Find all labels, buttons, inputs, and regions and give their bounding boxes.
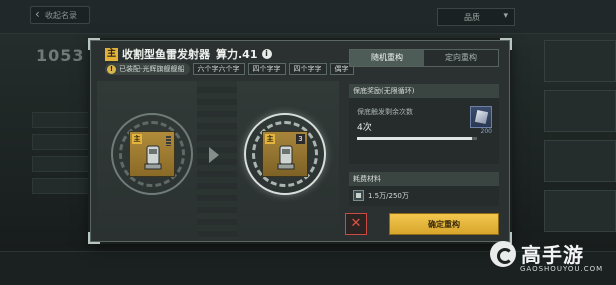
background-list-item [32,178,92,194]
guarantee-header: 保底奖励(无限循环) [349,84,499,98]
guarantee-section: 保底奖励(无限循环) 保底触发剩余次数 4次 200 [349,84,499,164]
cost-value: 1.5万/250万 [368,192,409,200]
source-item-card[interactable]: 主 [129,131,175,177]
brand-logo-icon [490,241,516,267]
background-list-item [32,156,92,172]
cost-body: 1.5万/250万 [349,186,499,206]
quality-dropdown[interactable]: 品质 [437,8,515,26]
attribute-chip: 四个字字 [247,63,286,75]
background-ship-card [544,90,616,132]
brand-name: 高手游 [521,243,584,267]
rank-tag: 主 [105,47,118,61]
confirm-rebuild-button[interactable]: 确定重构 [389,213,499,235]
cancel-button[interactable]: ✕ [345,213,367,235]
equipped-label: 已装配-光辉旗舰舰船 [119,65,185,73]
reward-item-count: 200 [480,128,492,135]
attribute-chip: 四个字字 [288,63,327,75]
card-rank-tag: 主 [132,134,142,144]
background-ship-card [544,40,616,82]
torpedo-launcher-icon [277,145,295,170]
back-button[interactable]: 收起名录 [30,6,90,24]
background-ship-card [544,190,616,232]
tab-random-rebuild[interactable]: 随机重构 [350,50,424,66]
guarantee-reward-item[interactable]: 200 [470,106,492,135]
attribute-chip: 六个字六个字 [192,63,245,75]
item-title: 收割型鱼雷发射器 [122,48,210,61]
transform-arrow-icon [209,147,219,163]
reward-cube-icon [474,109,489,125]
background-list-item [32,134,92,150]
equipped-badge: ! 已装配-光辉旗舰舰船 [105,63,190,75]
guarantee-body: 保底触发剩余次数 4次 200 [349,98,499,164]
material-icon [353,190,364,201]
background-score: 1053 [36,46,85,65]
tab-targeted-rebuild[interactable]: 定向重构 [424,50,498,66]
guarantee-progress-fill [357,137,473,140]
rebuild-dialog: 主 收割型鱼雷发射器 算力.41 i ! 已装配-光辉旗舰舰船 六个字六个字 四… [88,38,512,244]
cost-section: 耗费材料 1.5万/250万 [349,172,499,206]
frame-corner [88,38,100,50]
background-ship-card [544,140,616,182]
card-level-dots [166,136,171,146]
info-icon[interactable]: i [261,49,272,59]
card-level-badge: 3 [296,134,305,144]
brand-url: GAOSHOUYOU.COM [520,265,604,273]
result-item-card[interactable]: 主 3 [262,131,308,177]
power-value: 算力.41 [216,48,258,61]
guarantee-label: 保底触发剩余次数 [357,108,413,116]
rebuild-mode-tabs: 随机重构 定向重构 [349,49,499,67]
guarantee-progress-bar [357,137,477,140]
warning-icon: ! [107,64,116,74]
frame-corner [500,38,512,50]
brand-watermark: 高手游 GAOSHOUYOU.COM [490,239,608,279]
card-rank-tag: 主 [265,134,275,144]
item-attributes: ! 已装配-光辉旗舰舰船 六个字六个字 四个字字 四个字字 偶字 [105,63,354,75]
dialog-header: 主 收割型鱼雷发射器 算力.41 i [105,45,272,63]
torpedo-launcher-icon [144,145,162,170]
rebuild-preview: 主 主 3 [97,81,339,239]
background-list-item [32,112,92,128]
cost-header: 耗费材料 [349,172,499,186]
guarantee-count: 4次 [357,123,372,133]
top-bar [0,0,616,34]
